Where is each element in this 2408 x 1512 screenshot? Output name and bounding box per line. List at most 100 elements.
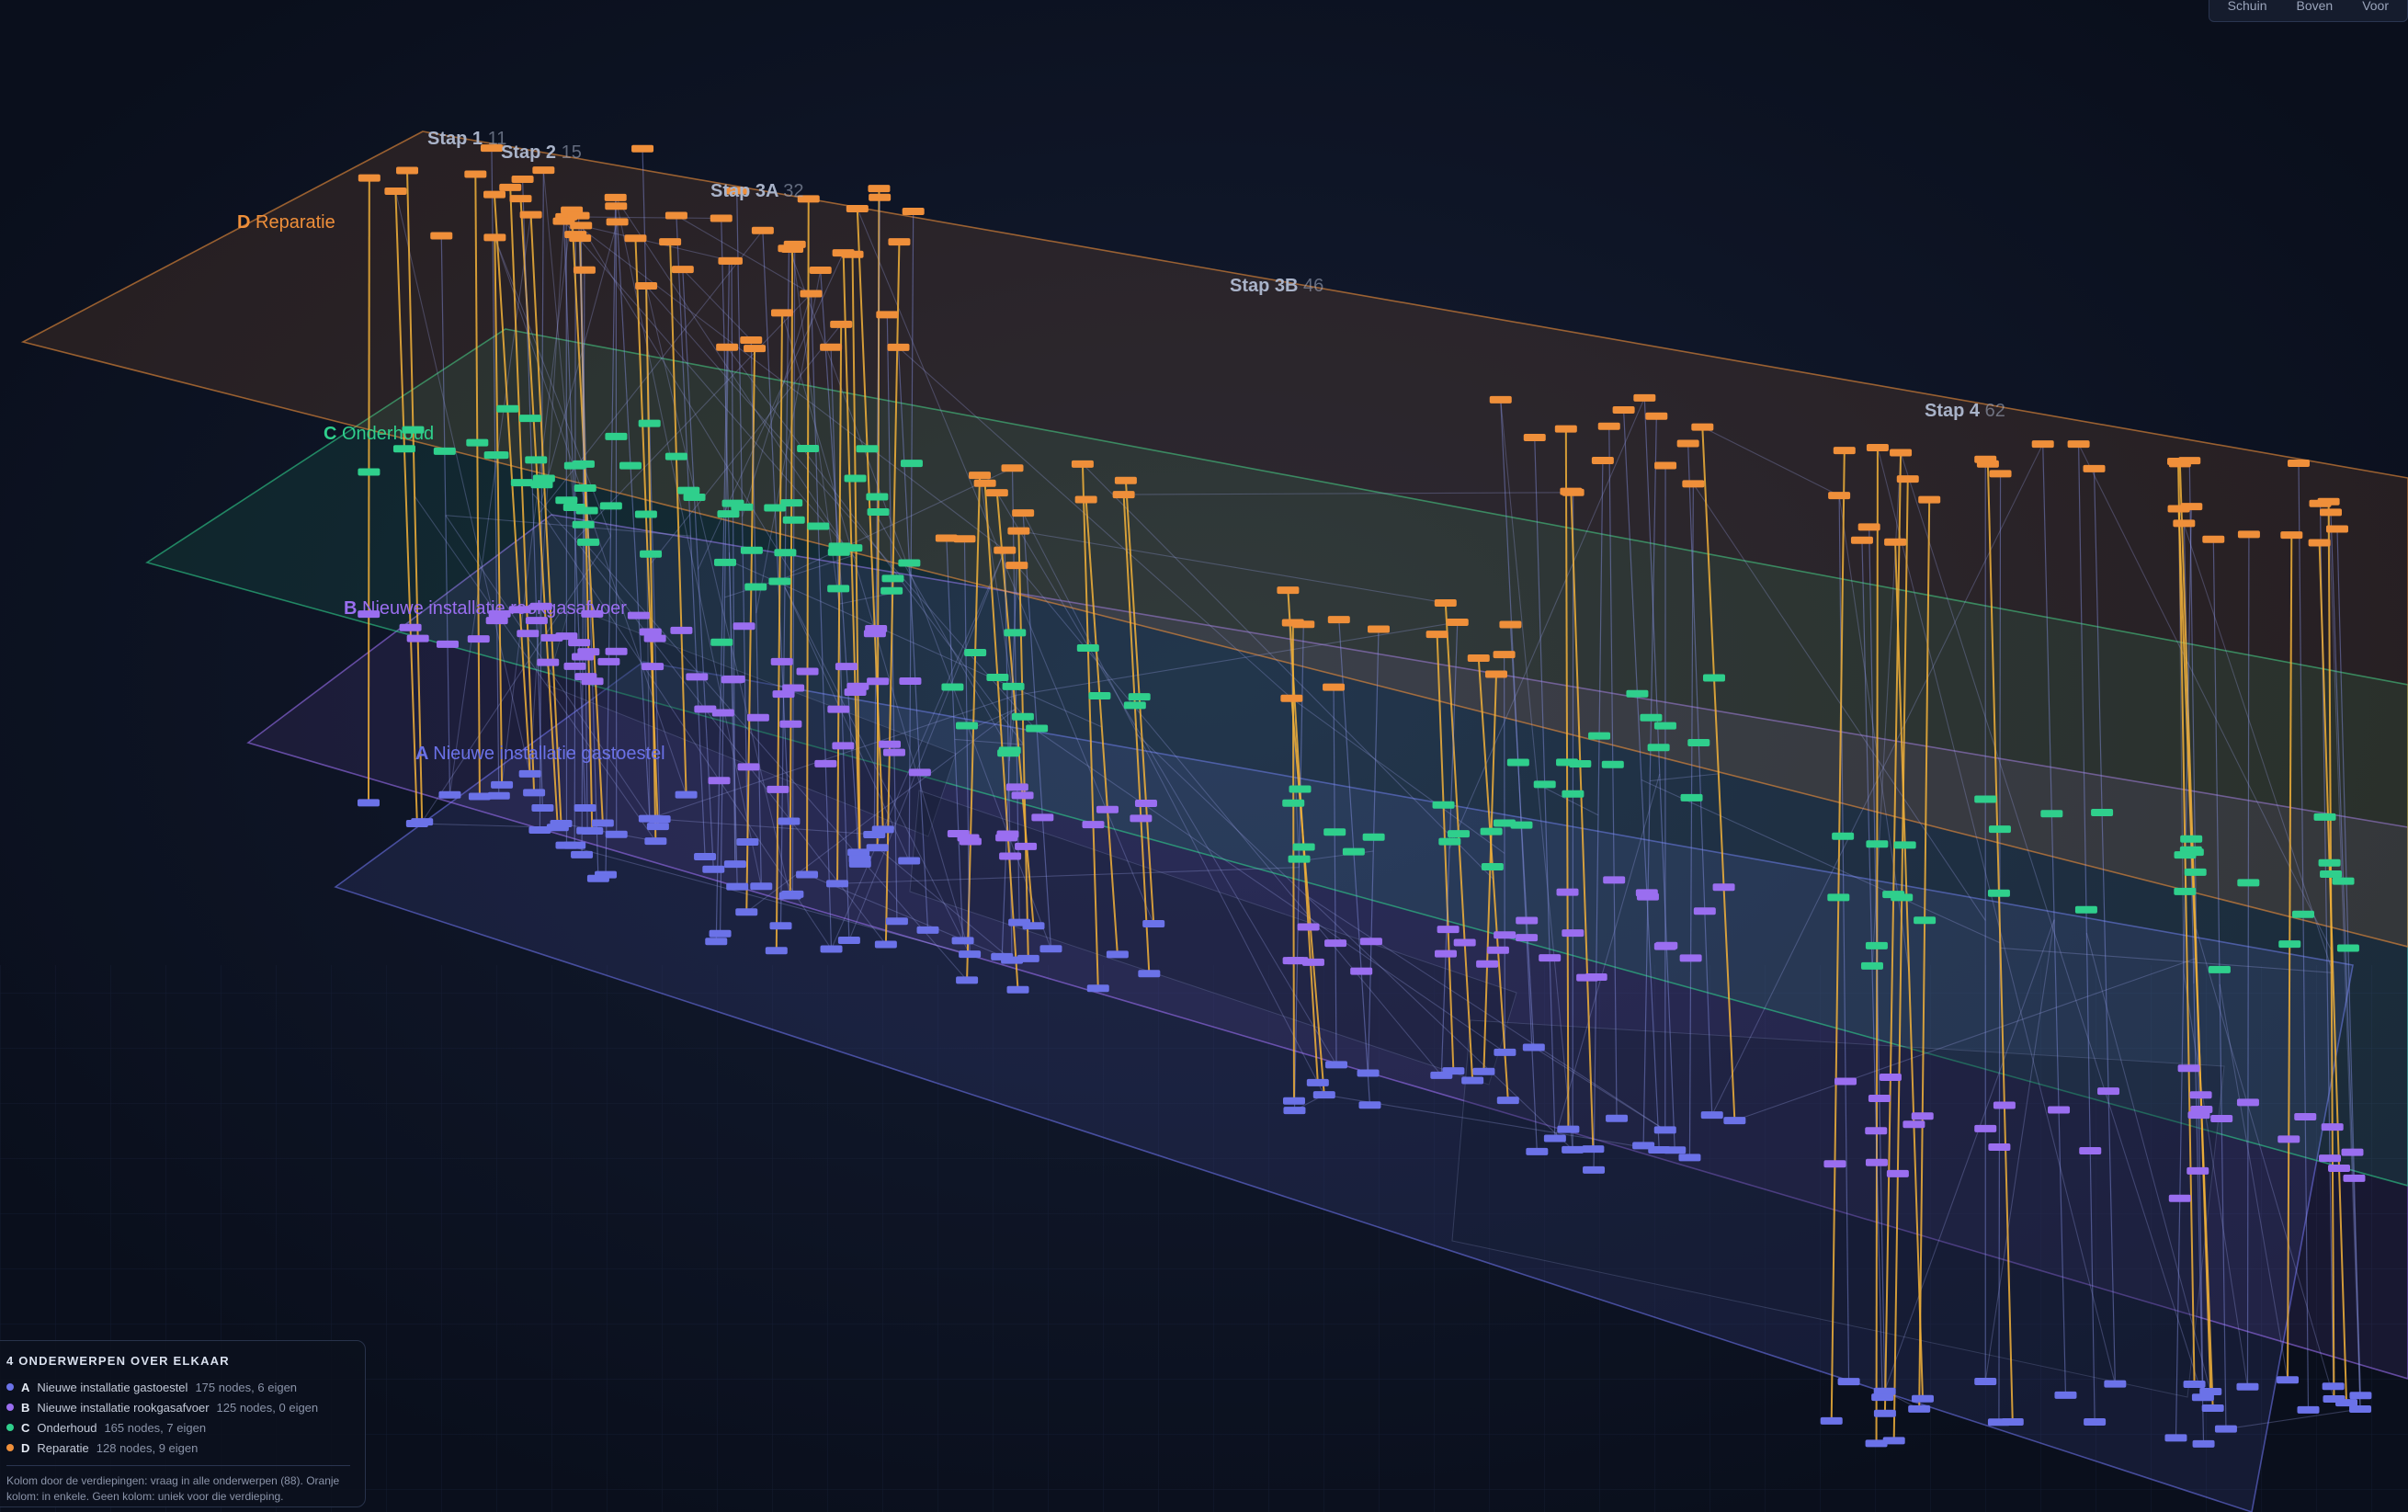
graph-node xyxy=(1679,954,1702,962)
graph-node xyxy=(577,538,600,546)
graph-node xyxy=(995,834,1018,842)
graph-node xyxy=(2074,905,2097,914)
graph-node xyxy=(499,183,522,191)
layer-letter: B xyxy=(344,598,362,619)
graph-node xyxy=(1988,1143,2011,1151)
graph-node xyxy=(2292,910,2315,918)
graph-node xyxy=(619,461,642,470)
graph-node xyxy=(1359,938,1382,946)
legend-count: 175 nodes, 6 eigen xyxy=(195,1380,298,1394)
graph-node xyxy=(1612,406,1635,415)
graph-node xyxy=(1723,1117,1746,1125)
graph-node xyxy=(1866,444,1889,452)
stage-label: Stap 3A 32 xyxy=(710,181,804,201)
legend-letter: C xyxy=(21,1420,30,1435)
graph-node xyxy=(576,826,599,835)
stage-label: Stap 1 11 xyxy=(427,129,506,149)
graph-node xyxy=(1289,785,1312,793)
graph-node xyxy=(797,444,820,452)
legend-item-c[interactable]: C Onderhoud 165 nodes, 7 eigen xyxy=(6,1417,350,1438)
graph-node xyxy=(1281,619,1304,627)
graph-node xyxy=(1837,1378,1860,1386)
graph-node xyxy=(1606,1114,1629,1122)
graph-node xyxy=(1011,712,1034,721)
graph-node xyxy=(1911,1394,1934,1403)
graph-node xyxy=(1323,683,1346,691)
graph-node xyxy=(1002,682,1025,690)
legend-item-b[interactable]: B Nieuwe installatie rookgasafvoer 125 n… xyxy=(6,1397,350,1417)
graph-node xyxy=(737,763,760,771)
graph-node xyxy=(646,823,669,831)
graph-node xyxy=(467,635,490,643)
graph-node xyxy=(867,677,890,686)
graph-node xyxy=(1653,1126,1676,1134)
stage-label: Stap 4 62 xyxy=(1925,401,2005,421)
graph-node xyxy=(898,857,921,865)
graph-node xyxy=(642,663,664,671)
graph-node xyxy=(406,634,429,642)
graph-node xyxy=(1088,691,1111,699)
layer-stack-3d-view[interactable]: Stap 1 11Stap 2 15 Stap 3A 32 Stap 3B 46 St… xyxy=(0,0,2408,1512)
graph-node xyxy=(1130,814,1153,823)
graph-node xyxy=(1526,1147,1549,1155)
graph-node xyxy=(2048,1106,2071,1114)
graph-node xyxy=(2202,535,2225,543)
graph-node xyxy=(1435,949,1458,958)
graph-node xyxy=(2040,810,2063,818)
graph-node xyxy=(740,546,763,554)
graph-node xyxy=(627,611,650,620)
graph-node xyxy=(433,447,456,455)
graph-node xyxy=(735,908,758,916)
graph-node xyxy=(1908,1404,1931,1413)
graph-node xyxy=(1012,509,1035,517)
view-voor-button[interactable]: Voor xyxy=(2349,0,2402,19)
view-mode-toolbar: Schuin Boven Voor xyxy=(2208,0,2408,22)
graph-node xyxy=(1974,795,1997,803)
graph-node xyxy=(1554,425,1577,433)
graph-node xyxy=(1325,1061,1348,1069)
graph-node xyxy=(820,945,843,953)
graph-node xyxy=(710,214,733,222)
graph-node xyxy=(809,267,832,275)
legend-item-a[interactable]: A Nieuwe installatie gastoestel 175 node… xyxy=(6,1377,350,1397)
graph-node xyxy=(1911,1112,1934,1120)
graph-node xyxy=(908,768,931,777)
graph-node xyxy=(1823,1160,1846,1168)
graph-node xyxy=(1112,491,1135,499)
graph-node xyxy=(2349,1405,2372,1414)
graph-node xyxy=(1494,931,1516,939)
graph-node xyxy=(721,676,744,684)
graph-node xyxy=(1832,832,1855,840)
graph-node xyxy=(800,290,823,298)
view-boven-button[interactable]: Boven xyxy=(2283,0,2346,19)
graph-node xyxy=(640,550,663,558)
graph-node xyxy=(1678,1154,1701,1162)
graph-node xyxy=(2328,1164,2351,1172)
legend-item-d[interactable]: D Reparatie 128 nodes, 9 eigen xyxy=(6,1438,350,1458)
graph-node xyxy=(1523,434,1546,442)
graph-node xyxy=(605,432,628,440)
graph-node xyxy=(1893,841,1916,849)
graph-node xyxy=(2084,1417,2107,1426)
graph-node xyxy=(1865,941,1888,949)
graph-node xyxy=(986,673,1009,681)
graph-node xyxy=(1857,523,1880,531)
graph-node xyxy=(1437,926,1460,934)
graph-node xyxy=(519,210,542,219)
graph-node xyxy=(2190,1105,2213,1113)
graph-node xyxy=(638,814,661,823)
graph-node xyxy=(1850,536,1873,544)
graph-node xyxy=(1489,395,1512,404)
view-schuin-button[interactable]: Schuin xyxy=(2215,0,2280,19)
graph-node xyxy=(1597,422,1620,430)
layer-letter: A xyxy=(415,744,433,764)
graph-node xyxy=(1588,732,1611,740)
graph-node xyxy=(510,479,533,487)
graph-node xyxy=(1472,1067,1495,1075)
graph-node xyxy=(832,742,855,750)
graph-node xyxy=(2336,944,2359,952)
graph-node xyxy=(1903,1120,1925,1129)
layer-name: Nieuwe installatie rookgasafvoer xyxy=(362,598,627,619)
legend-count: 125 nodes, 0 eigen xyxy=(216,1400,319,1415)
graph-node xyxy=(882,748,905,756)
